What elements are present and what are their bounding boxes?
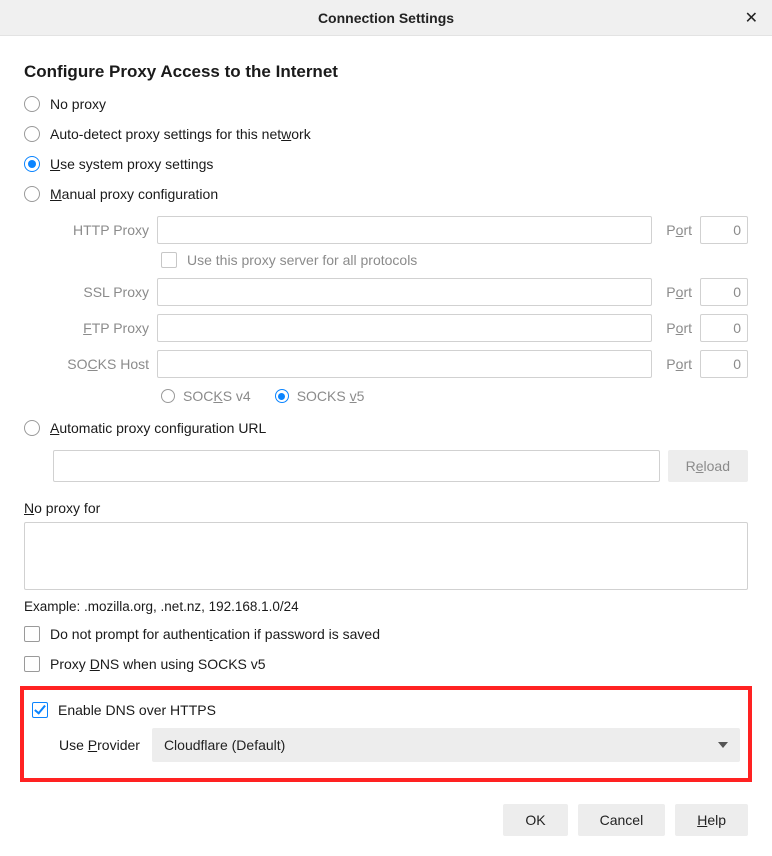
checkbox-no-auth-prompt[interactable] (24, 626, 40, 642)
checkbox-all-protocols[interactable] (161, 252, 177, 268)
radio-no-proxy[interactable] (24, 96, 40, 112)
label-all-protocols: Use this proxy server for all protocols (187, 252, 417, 268)
input-ftp-proxy[interactable] (157, 314, 652, 342)
checkbox-proxy-dns[interactable] (24, 656, 40, 672)
label-auto-url: Automatic proxy configuration URL (50, 420, 266, 436)
ok-button[interactable]: OK (503, 804, 567, 836)
label-ssl-port: Port (666, 284, 692, 300)
section-title: Configure Proxy Access to the Internet (24, 62, 748, 82)
highlight-dns-over-https: Enable DNS over HTTPS Use Provider Cloud… (20, 686, 752, 782)
titlebar: Connection Settings ✕ (0, 0, 772, 36)
radio-socks-v4[interactable] (161, 389, 175, 403)
radio-use-system[interactable] (24, 156, 40, 172)
radio-manual[interactable] (24, 186, 40, 202)
close-icon[interactable]: ✕ (745, 8, 758, 28)
label-socks-host: SOCKS Host (53, 356, 149, 372)
label-use-provider: Use Provider (59, 737, 140, 753)
select-provider-value: Cloudflare (Default) (164, 737, 285, 753)
input-http-port[interactable] (700, 216, 748, 244)
help-button[interactable]: Help (675, 804, 748, 836)
label-no-proxy-for: No proxy for (24, 500, 748, 516)
window-title: Connection Settings (318, 10, 454, 26)
radio-auto-url[interactable] (24, 420, 40, 436)
connection-settings-window: Connection Settings ✕ Configure Proxy Ac… (0, 0, 772, 856)
label-ssl-proxy: SSL Proxy (53, 284, 149, 300)
select-provider[interactable]: Cloudflare (Default) (152, 728, 740, 762)
label-no-proxy: No proxy (50, 96, 106, 112)
textarea-no-proxy-for[interactable] (24, 522, 748, 590)
label-auto-detect: Auto-detect proxy settings for this netw… (50, 126, 311, 142)
label-proxy-dns: Proxy DNS when using SOCKS v5 (50, 656, 266, 672)
checkbox-enable-doh[interactable] (32, 702, 48, 718)
label-http-proxy: HTTP Proxy (53, 222, 149, 238)
chevron-down-icon (718, 742, 728, 748)
example-text: Example: .mozilla.org, .net.nz, 192.168.… (24, 599, 748, 614)
radio-socks-v5[interactable] (275, 389, 289, 403)
dialog-footer: OK Cancel Help (503, 804, 748, 836)
input-socks-port[interactable] (700, 350, 748, 378)
label-http-port: Port (666, 222, 692, 238)
cancel-button[interactable]: Cancel (578, 804, 666, 836)
label-socks-v5: SOCKS v5 (297, 388, 365, 404)
input-ftp-port[interactable] (700, 314, 748, 342)
label-socks-v4: SOCKS v4 (183, 388, 251, 404)
label-socks-port: Port (666, 356, 692, 372)
label-ftp-proxy: FTP Proxy (53, 320, 149, 336)
reload-button[interactable]: Reload (668, 450, 748, 482)
label-ftp-port: Port (666, 320, 692, 336)
input-http-proxy[interactable] (157, 216, 652, 244)
input-auto-url[interactable] (53, 450, 660, 482)
input-ssl-proxy[interactable] (157, 278, 652, 306)
input-ssl-port[interactable] (700, 278, 748, 306)
input-socks-host[interactable] (157, 350, 652, 378)
label-use-system: Use system proxy settings (50, 156, 213, 172)
radio-auto-detect[interactable] (24, 126, 40, 142)
label-manual: Manual proxy configuration (50, 186, 218, 202)
label-no-auth-prompt: Do not prompt for authentication if pass… (50, 626, 380, 642)
label-enable-doh: Enable DNS over HTTPS (58, 702, 216, 718)
